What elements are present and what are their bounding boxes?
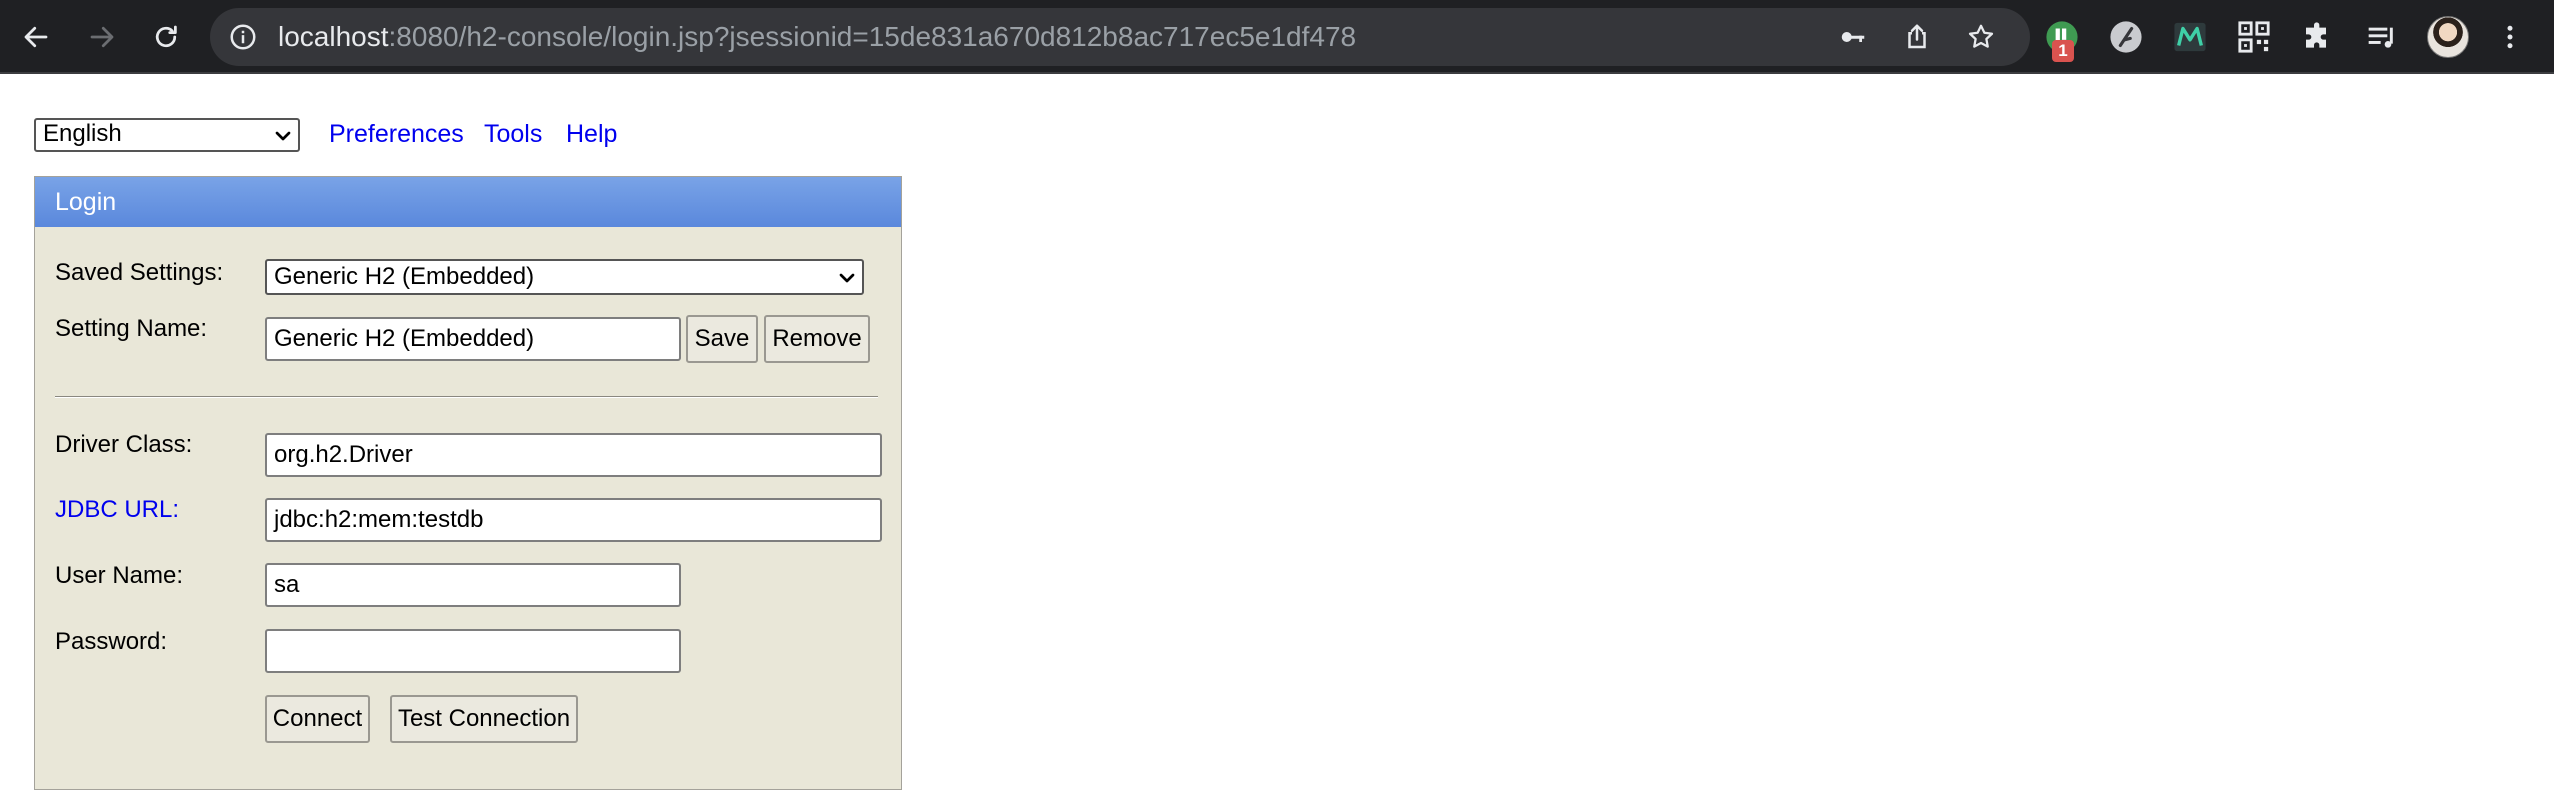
login-header: Login — [35, 177, 901, 227]
extension-badge: 1 — [2052, 40, 2074, 62]
saved-settings-select[interactable]: Generic H2 (Embedded) — [265, 259, 864, 295]
jdbc-url-label[interactable]: JDBC URL: — [55, 495, 179, 525]
url-host: localhost — [278, 21, 389, 52]
address-bar[interactable]: localhost:8080/h2-console/login.jsp?jses… — [210, 8, 2030, 66]
driver-class-input[interactable]: org.h2.Driver — [265, 433, 882, 477]
bookmark-star-icon[interactable] — [1966, 22, 1996, 52]
language-select-value: English — [43, 120, 122, 147]
site-info-icon[interactable] — [228, 22, 258, 52]
reading-list-button[interactable] — [2362, 17, 2402, 57]
preferences-link[interactable]: Preferences — [329, 118, 464, 150]
extensions-puzzle-icon — [2306, 22, 2326, 48]
reading-list-icon — [2368, 27, 2393, 48]
reload-button[interactable] — [146, 17, 186, 57]
qr-code-icon — [2238, 21, 2270, 53]
menu-button[interactable] — [2490, 17, 2530, 57]
setting-name-label: Setting Name: — [55, 315, 208, 342]
extension-feather-button[interactable] — [2106, 17, 2146, 57]
saved-settings-value: Generic H2 (Embedded) — [274, 263, 535, 290]
url-text[interactable]: localhost:8080/h2-console/login.jsp?jses… — [278, 20, 1356, 54]
extensions-button[interactable] — [2298, 17, 2338, 57]
extension-feather-icon — [2110, 21, 2142, 53]
connect-button[interactable]: Connect — [265, 695, 370, 743]
driver-class-label: Driver Class: — [55, 431, 193, 458]
test-connection-button[interactable]: Test Connection — [390, 695, 578, 743]
chevron-down-icon — [839, 273, 855, 283]
user-name-label: User Name: — [55, 562, 184, 589]
forward-button[interactable] — [82, 17, 122, 57]
login-panel: Login Saved Settings: Generic H2 (Embedd… — [34, 176, 902, 790]
extension-m-icon — [2174, 22, 2206, 52]
user-name-input[interactable]: sa — [265, 563, 681, 607]
divider — [55, 396, 878, 398]
password-key-icon[interactable] — [1838, 22, 1868, 52]
reload-icon — [155, 25, 177, 48]
back-button[interactable] — [16, 17, 56, 57]
jdbc-url-link[interactable]: JDBC URL — [55, 496, 172, 523]
menu-kebab-icon — [2507, 25, 2513, 49]
setting-name-input[interactable]: Generic H2 (Embedded) — [265, 317, 681, 361]
help-link[interactable]: Help — [566, 118, 617, 150]
jdbc-url-input[interactable]: jdbc:h2:mem:testdb — [265, 498, 882, 542]
qr-code-button[interactable] — [2234, 17, 2274, 57]
chevron-down-icon — [275, 131, 291, 141]
password-input[interactable] — [265, 629, 681, 673]
saved-settings-label: Saved Settings: — [55, 259, 224, 286]
language-select[interactable]: English — [34, 118, 300, 152]
save-button[interactable]: Save — [686, 315, 758, 363]
browser-toolbar: localhost:8080/h2-console/login.jsp?jses… — [0, 0, 2554, 74]
profile-avatar[interactable] — [2427, 16, 2469, 58]
password-label: Password: — [55, 628, 168, 655]
extension-m-button[interactable] — [2170, 17, 2210, 57]
jdbc-url-colon: : — [172, 496, 180, 523]
remove-button[interactable]: Remove — [764, 315, 870, 363]
url-path: :8080/h2-console/login.jsp?jsessionid=15… — [388, 21, 1357, 52]
forward-icon — [90, 26, 114, 48]
share-icon[interactable] — [1902, 22, 1932, 52]
back-icon — [24, 26, 48, 48]
tools-link[interactable]: Tools — [484, 118, 542, 150]
